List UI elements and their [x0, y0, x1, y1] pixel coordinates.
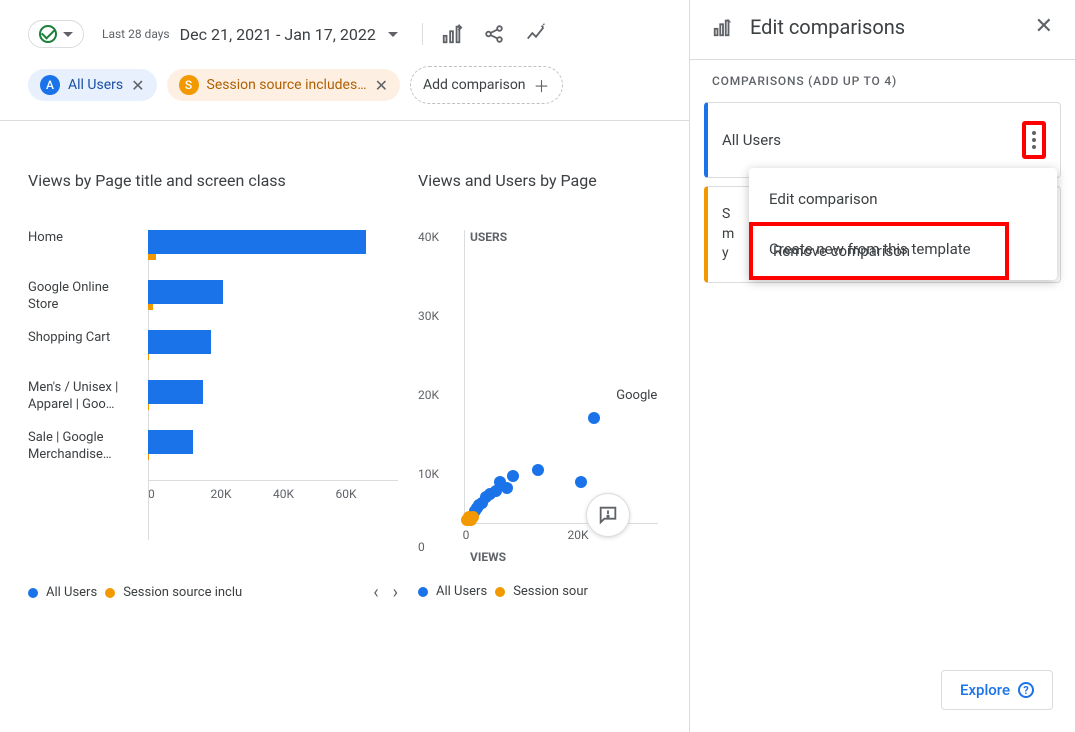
legend-dot-orange [105, 588, 115, 598]
legend-label: All Users [46, 585, 97, 600]
scatter-point [532, 464, 544, 476]
bar-label: Shopping Cart [28, 330, 148, 347]
bar-session-source [148, 254, 156, 260]
card-views-users: Views and Users by Page USERS 40K 30K 20… [418, 171, 658, 603]
add-comparison-chip[interactable]: Add comparison ＋ [410, 66, 563, 104]
insights-icon[interactable] [525, 23, 547, 45]
edit-comparisons-panel: Edit comparisons ✕ COMPARISONS (ADD UP T… [690, 0, 1075, 732]
main-area: Last 28 days Dec 21, 2021 - Jan 17, 2022… [0, 0, 690, 732]
y-tick: 10K [418, 467, 439, 481]
legend-label: Session sour [513, 584, 588, 599]
chart-edit-icon[interactable] [441, 23, 463, 45]
chip-session-source[interactable]: S Session source includes… ✕ [167, 69, 400, 101]
comparison-label: All Users [722, 131, 781, 149]
close-icon[interactable]: ✕ [375, 76, 388, 95]
chip-label: Session source includes… [207, 77, 367, 93]
y-tick: 30K [418, 309, 439, 323]
chart-edit-icon [712, 16, 734, 38]
bar-label: Sale | Google Merchandise… [28, 430, 148, 464]
legend-dot-orange [495, 587, 505, 597]
feedback-fab[interactable] [586, 493, 630, 537]
close-icon[interactable]: ✕ [1035, 14, 1053, 39]
y-tick: 0 [418, 540, 425, 554]
legend-dot-blue [28, 588, 38, 598]
legend-label: Session source inclu [123, 585, 242, 600]
chip-label: Add comparison [423, 77, 526, 93]
bar-all-users [148, 230, 366, 254]
menu-edit-comparison[interactable]: Edit comparison [749, 174, 1057, 224]
bar-all-users [148, 330, 211, 354]
legend: All Users Session sour [418, 584, 658, 599]
share-icon[interactable] [483, 23, 505, 45]
comparison-menu: Edit comparison Create new from this tem… [749, 168, 1057, 280]
scatter-annotation: Google Online S [616, 388, 658, 403]
date-range-label: Last 28 days [102, 27, 170, 41]
bar-label: Home [28, 230, 148, 247]
x-tick: 60K [336, 487, 399, 501]
explore-label: Explore [960, 681, 1010, 699]
toolbar-icons [422, 23, 547, 45]
scatter-point [507, 470, 519, 482]
feedback-icon [597, 504, 619, 526]
x-axis-title: VIEWS [470, 550, 506, 564]
x-tick: 20K [567, 528, 588, 542]
chip-avatar: S [179, 75, 199, 95]
check-icon [39, 25, 57, 43]
bar-chart: Home Google Online Store Shopping Cart M… [28, 230, 398, 540]
bar-all-users [148, 380, 203, 404]
x-tick: 40K [273, 487, 336, 501]
bar-session-source [148, 454, 149, 460]
explore-button[interactable]: Explore ? [941, 670, 1053, 710]
panel-subtitle: COMPARISONS (ADD UP TO 4) [690, 60, 1075, 94]
y-tick: 40K [418, 230, 439, 244]
bar-x-axis: 0 20K 40K 60K [148, 480, 398, 501]
bar-session-source [148, 304, 153, 310]
comparison-label: Smy [722, 205, 734, 264]
card-title: Views by Page title and screen class [28, 171, 398, 190]
cards-row: Views by Page title and screen class Hom… [0, 121, 689, 603]
bar-all-users [148, 280, 223, 304]
card-views-by-page: Views by Page title and screen class Hom… [28, 171, 398, 603]
bar-session-source [148, 354, 149, 360]
bar-all-users [148, 430, 193, 454]
x-tick: 0 [463, 528, 470, 542]
toolbar: Last 28 days Dec 21, 2021 - Jan 17, 2022 [0, 0, 689, 58]
chip-avatar: A [40, 75, 60, 95]
menu-remove-comparison[interactable]: Remove comparison [759, 226, 999, 276]
panel-title: Edit comparisons [750, 15, 905, 39]
close-icon[interactable]: ✕ [131, 76, 144, 95]
help-icon: ? [1018, 682, 1034, 698]
more-menu-icon[interactable] [1030, 129, 1038, 151]
chevron-left-icon[interactable]: ‹ [373, 582, 378, 603]
legend: All Users Session source inclu ‹ › [28, 582, 398, 603]
chevron-down-icon[interactable] [388, 32, 398, 37]
legend-label: All Users [436, 584, 487, 599]
card-title: Views and Users by Page [418, 171, 658, 190]
chevron-down-icon [63, 32, 73, 37]
comparison-item-all-users[interactable]: All Users [704, 102, 1061, 178]
comparison-chips-row: A All Users ✕ S Session source includes…… [0, 58, 689, 120]
scatter-point [588, 412, 600, 424]
scatter-point [461, 514, 473, 526]
status-pill[interactable] [28, 20, 84, 48]
chip-all-users[interactable]: A All Users ✕ [28, 69, 157, 101]
scatter-point [575, 476, 587, 488]
bar-label: Men's / Unisex | Apparel | Goo… [28, 380, 148, 414]
plus-icon: ＋ [534, 73, 550, 97]
y-tick: 20K [418, 388, 439, 402]
chevron-right-icon[interactable]: › [393, 582, 398, 603]
chip-label: All Users [68, 77, 123, 93]
bar-session-source [148, 404, 149, 410]
x-tick: 20K [211, 487, 274, 501]
panel-header: Edit comparisons ✕ [690, 0, 1075, 53]
bar-label: Google Online Store [28, 280, 148, 314]
legend-dot-blue [418, 587, 428, 597]
scatter-area: Google Online S [464, 230, 658, 524]
date-range-value[interactable]: Dec 21, 2021 - Jan 17, 2022 [180, 25, 376, 44]
x-tick: 0 [148, 487, 211, 501]
